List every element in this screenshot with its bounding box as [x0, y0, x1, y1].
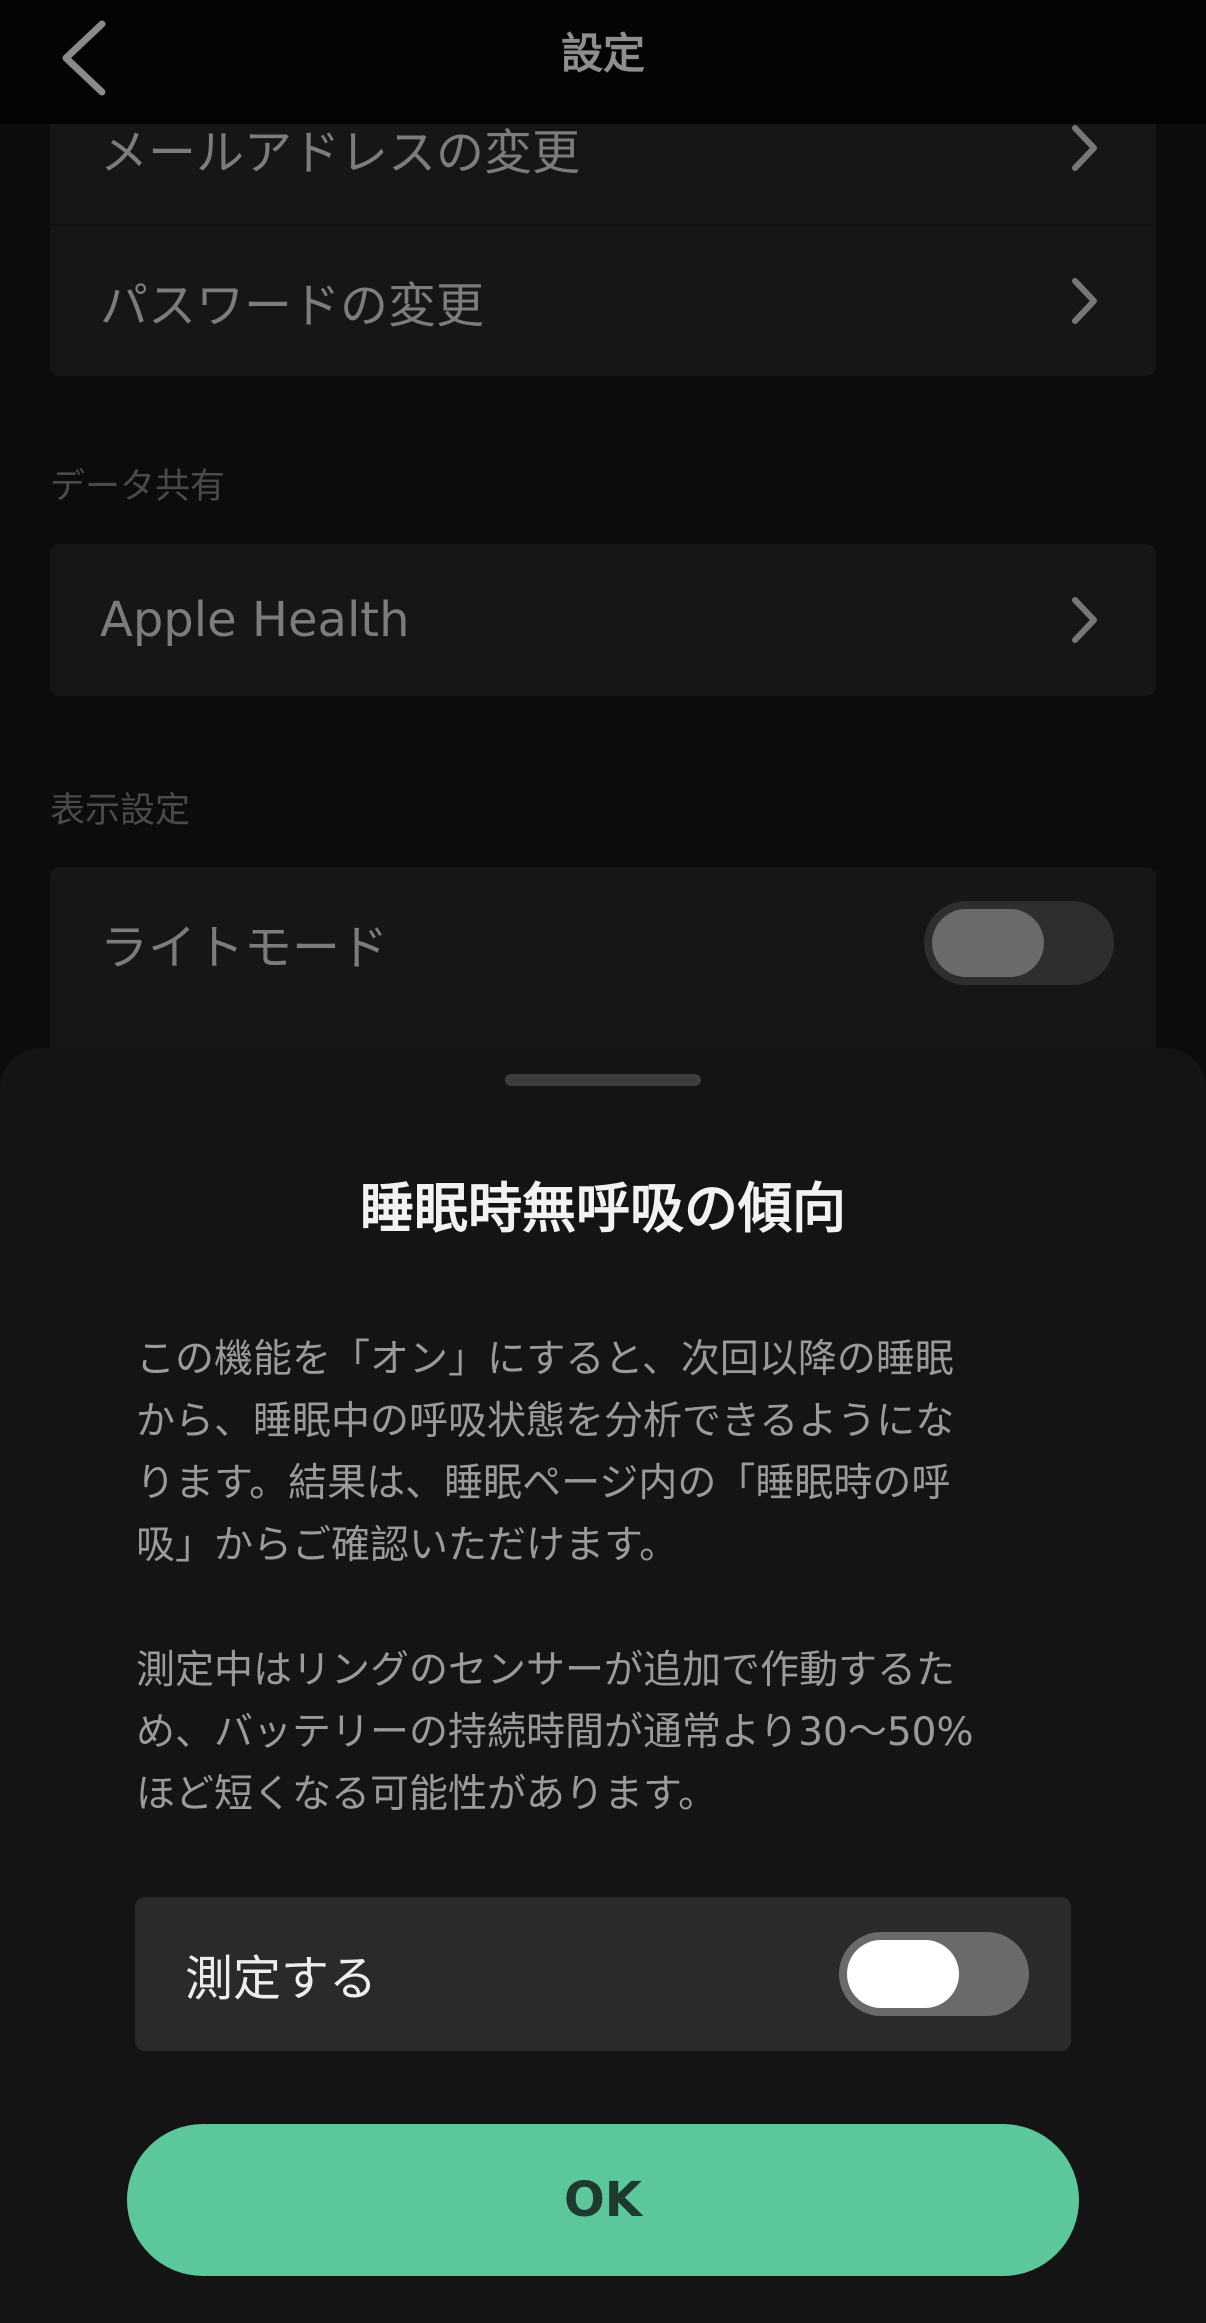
- section-label-data-sharing: データ共有: [50, 467, 226, 507]
- row-label: Apple Health: [100, 592, 410, 648]
- row-label: ライトモード: [100, 920, 389, 976]
- row-label: パスワードの変更: [100, 278, 485, 334]
- measure-toggle[interactable]: [839, 1932, 1029, 2016]
- data-sharing-group: Apple Health: [50, 544, 1156, 696]
- settings-row-apple-health[interactable]: Apple Health: [50, 544, 1156, 696]
- description-line: ります。結果は、睡眠ページ内の「睡眠時の呼: [136, 1461, 951, 1506]
- toggle-knob: [847, 1940, 959, 2008]
- sheet-title: 睡眠時無呼吸の傾向: [360, 1177, 846, 1240]
- settings-screen: 設定 メールアドレスの変更 パスワードの変更 データ共有 Apple Healt…: [0, 0, 1206, 2323]
- sheet-drag-handle[interactable]: [505, 1074, 701, 1086]
- measure-label: 測定する: [185, 1951, 378, 2007]
- chevron-right-icon: [1070, 277, 1098, 325]
- settings-row-change-password[interactable]: パスワードの変更: [50, 224, 1156, 376]
- sleep-apnea-bottom-sheet: 睡眠時無呼吸の傾向 この機能を「オン」にすると、次回以降の睡眠 から、睡眠中の呼…: [0, 1048, 1206, 2323]
- description-line: ほど短くなる可能性があります。: [136, 1772, 718, 1817]
- description-line: この機能を「オン」にすると、次回以降の睡眠: [136, 1337, 954, 1382]
- nav-bar: 設定: [0, 0, 1206, 124]
- chevron-right-icon: [1070, 596, 1098, 644]
- chevron-right-icon: [1070, 124, 1098, 172]
- measure-setting-card: 測定する: [135, 1897, 1071, 2051]
- toggle-knob: [932, 909, 1044, 977]
- description-line: め、バッテリーの持続時間が通常より30〜50%: [136, 1710, 974, 1755]
- description-line: 吸」からご確認いただけます。: [136, 1523, 679, 1568]
- description-line: から、睡眠中の呼吸状態を分析できるようにな: [136, 1399, 955, 1444]
- page-title: 設定: [560, 29, 645, 78]
- settings-row-light-mode: ライトモード: [50, 867, 1156, 1019]
- light-mode-toggle[interactable]: [924, 901, 1114, 985]
- section-label-display: 表示設定: [50, 791, 191, 831]
- ok-button[interactable]: OK: [127, 2124, 1079, 2276]
- sheet-description-2: 測定中はリングのセンサーが追加で作動するた め、バッテリーの持続時間が通常より3…: [136, 1640, 1076, 1826]
- description-line: 測定中はリングのセンサーが追加で作動するた: [136, 1648, 956, 1693]
- sheet-description-1: この機能を「オン」にすると、次回以降の睡眠 から、睡眠中の呼吸状態を分析できるよ…: [136, 1329, 1076, 1577]
